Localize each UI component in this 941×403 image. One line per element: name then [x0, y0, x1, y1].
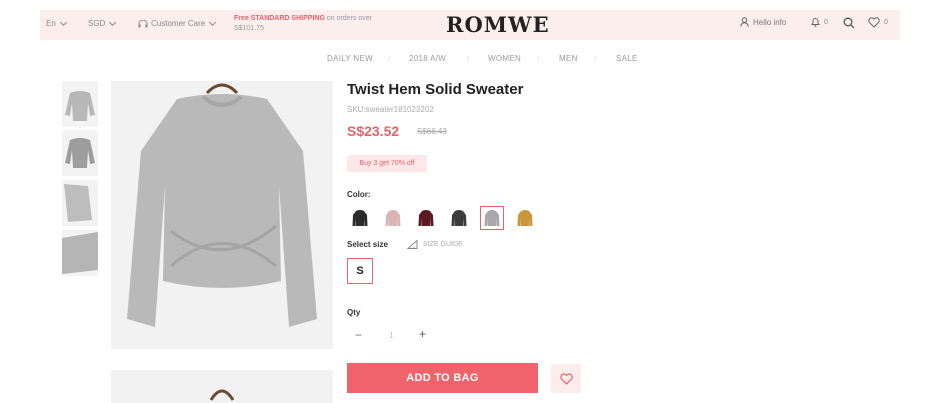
customer-care-label: Customer Care	[151, 19, 206, 28]
sweater-thumbnail-image	[65, 138, 95, 168]
chevron-down-icon	[59, 18, 67, 26]
nav-daily-new[interactable]: DAILY NEW	[327, 54, 373, 63]
product-title: Twist Hem Solid Sweater	[347, 81, 524, 98]
product-sku: SKU:sweater181023202	[347, 105, 434, 114]
size-guide-label: SIZE GUIDE	[423, 241, 463, 248]
sweater-detail-image	[62, 232, 98, 274]
product-second-image[interactable]	[111, 370, 333, 403]
sweater-swatch-icon	[451, 209, 467, 226]
product-price: S$23.52	[347, 123, 400, 139]
sweater-swatch-icon	[385, 209, 401, 226]
ruler-icon	[407, 240, 418, 249]
nav-sale[interactable]: SALE	[616, 54, 638, 63]
headset-icon	[138, 19, 148, 27]
qty-decrease-button[interactable]: −	[355, 328, 362, 342]
nav-separator: /	[537, 54, 540, 63]
sweater-detail-image	[64, 184, 92, 222]
color-swatch-burgundy[interactable]	[414, 206, 438, 230]
qty-increase-button[interactable]: +	[419, 327, 426, 341]
qty-label: Qty	[347, 308, 361, 317]
hanger-image	[209, 389, 235, 401]
sweater-swatch-icon	[517, 209, 533, 226]
color-swatch-grey[interactable]	[480, 206, 504, 230]
nav-separator: /	[388, 54, 391, 63]
thumbnail-2[interactable]	[62, 130, 98, 176]
search-icon	[843, 17, 855, 29]
shipping-promo[interactable]: Free STANDARD SHIPPING on orders over S$…	[234, 14, 404, 34]
color-label: Color:	[347, 190, 371, 199]
color-swatch-black[interactable]	[348, 206, 372, 230]
customer-care-menu[interactable]: Customer Care	[138, 18, 217, 28]
heart-icon	[868, 17, 880, 28]
wishlist-button[interactable]	[551, 364, 581, 393]
promo-highlight: Free STANDARD SHIPPING	[234, 15, 325, 22]
romwe-logo[interactable]: ROMWE	[446, 12, 550, 37]
currency-label: SGD	[88, 19, 106, 28]
language-label: En	[46, 19, 56, 28]
language-selector[interactable]: En	[46, 18, 67, 28]
sweater-swatch-icon	[484, 209, 500, 226]
notification-count: 0	[824, 18, 828, 26]
sweater-swatch-icon	[352, 209, 368, 226]
currency-selector[interactable]: SGD	[88, 18, 117, 28]
top-bar: En SGD Customer Care Free STANDARD SHIPP…	[40, 10, 900, 40]
account-menu[interactable]: Hello info	[740, 17, 786, 27]
chevron-down-icon	[109, 18, 117, 26]
size-label: Select size	[347, 240, 388, 249]
color-swatch-mustard[interactable]	[513, 206, 537, 230]
color-swatch-charcoal[interactable]	[447, 206, 471, 230]
wishlist-header-button[interactable]: 0	[868, 17, 888, 28]
thumbnail-4[interactable]	[62, 230, 98, 276]
size-option-s[interactable]: S	[347, 258, 373, 284]
bell-icon	[811, 18, 820, 27]
heart-icon	[559, 372, 573, 385]
notifications-button[interactable]: 0	[811, 17, 828, 27]
sweater-swatch-icon	[418, 209, 434, 226]
thumbnail-1[interactable]	[62, 81, 98, 127]
promotion-tag[interactable]: Buy 3 get 70% off	[347, 155, 427, 172]
promo-threshold: S$101.75	[234, 25, 264, 32]
size-guide-link[interactable]: SIZE GUIDE	[407, 240, 463, 249]
nav-separator: /	[594, 54, 597, 63]
hello-label: Hello info	[753, 17, 787, 27]
nav-men[interactable]: MEN	[559, 54, 578, 63]
sweater-image	[127, 83, 317, 327]
wishlist-count: 0	[884, 19, 888, 26]
chevron-down-icon	[209, 18, 217, 26]
product-main-image[interactable]	[111, 81, 333, 349]
promo-text: on orders over	[324, 15, 372, 22]
nav-2018-aw[interactable]: 2018 A/W	[409, 54, 446, 63]
thumbnail-3[interactable]	[62, 180, 98, 226]
nav-separator: /	[467, 54, 470, 63]
original-price: S$66.43	[417, 127, 447, 136]
user-icon	[740, 17, 749, 27]
nav-women[interactable]: WOMEN	[488, 54, 521, 63]
qty-input[interactable]: 1	[389, 331, 393, 340]
color-swatch-pink[interactable]	[381, 206, 405, 230]
search-button[interactable]	[843, 17, 855, 29]
sweater-thumbnail-image	[65, 91, 95, 121]
add-to-bag-button[interactable]: ADD TO BAG	[347, 363, 538, 393]
